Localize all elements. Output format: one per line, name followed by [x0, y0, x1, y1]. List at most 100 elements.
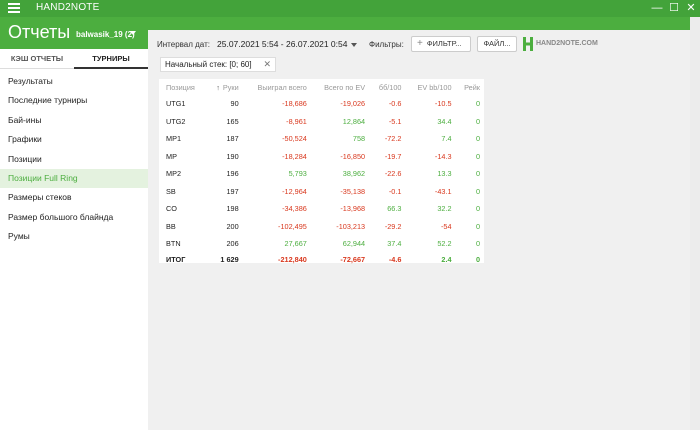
- page-header: Отчеты balwasik_19 (2): [0, 17, 148, 49]
- cell-bb100: -0.1: [388, 186, 402, 196]
- sidebar-item-results[interactable]: Результаты: [0, 72, 148, 91]
- sort-arrow-icon: ↑: [216, 82, 220, 92]
- sidebar-item-stack-sizes[interactable]: Размеры стеков: [0, 188, 148, 207]
- close-button[interactable]: ✕: [684, 1, 698, 15]
- cell-ev-bb100: 13.3: [437, 169, 452, 179]
- cell-position: SB: [166, 186, 176, 196]
- cell-hands: 198: [226, 204, 239, 214]
- cell-rake: 0: [475, 99, 480, 109]
- column-header-position[interactable]: Позиция: [159, 79, 206, 95]
- cell-ev-total: 38,962: [342, 169, 366, 179]
- minimize-button[interactable]: —: [650, 1, 664, 15]
- column-header-hands-label: Руки: [222, 82, 239, 92]
- table-row[interactable]: BTN 206 27,667 62,944 37.4 52.2 0: [159, 235, 484, 253]
- cell-bb100: 37.4: [387, 239, 402, 249]
- cell-position: ИТОГ: [166, 254, 186, 264]
- filter-chip[interactable]: Начальный стек: [0; 60] ✕: [160, 57, 276, 72]
- cell-won-total: -50,524: [282, 134, 307, 144]
- app-title: HAND2NOTE: [36, 2, 100, 13]
- cell-bb100: -0.6: [388, 99, 402, 109]
- interval-selector[interactable]: 25.07.2021 5:54 - 26.07.2021 0:54: [217, 39, 347, 49]
- cell-hands: 197: [226, 186, 239, 196]
- cell-ev-total: -16,850: [340, 151, 366, 161]
- tab-cash-reports[interactable]: КЭШ ОТЧЕТЫ: [0, 49, 74, 69]
- table-total-row[interactable]: ИТОГ 1 629 -212,840 -72,667 -4.6 2.4 0: [159, 253, 484, 266]
- cell-hands: 90: [230, 99, 239, 109]
- positions-table: Позиция ↑ Руки Выиграл всего Всего по EV …: [159, 79, 484, 266]
- table-header-row: Позиция ↑ Руки Выиграл всего Всего по EV …: [159, 79, 484, 95]
- cell-bb100: -72.2: [384, 134, 402, 144]
- column-header-hands[interactable]: ↑ Руки: [206, 79, 242, 95]
- sidebar-item-buyins[interactable]: Бай-ины: [0, 111, 148, 130]
- table-row[interactable]: MP1 187 -50,524 758 -72.2 7.4 0: [159, 130, 484, 148]
- cell-won-total: -12,964: [282, 186, 307, 196]
- close-icon[interactable]: ✕: [263, 58, 271, 71]
- cell-bb100: -22.6: [384, 169, 402, 179]
- cell-rake: 0: [475, 186, 480, 196]
- cell-ev-bb100: 2.4: [441, 254, 452, 264]
- cell-hands: 196: [226, 169, 239, 179]
- cell-rake: 0: [475, 151, 480, 161]
- cell-ev-bb100: 7.4: [441, 134, 452, 144]
- table-row[interactable]: MP2 196 5,793 38,962 -22.6 13.3 0: [159, 165, 484, 183]
- add-filter-label: ФИЛЬТР...: [426, 39, 462, 48]
- chevron-down-icon[interactable]: [130, 31, 136, 35]
- cell-rake: 0: [475, 239, 480, 249]
- cell-ev-total: -35,138: [340, 186, 366, 196]
- title-bar: HAND2NOTE — ☐ ✕: [0, 0, 700, 17]
- cell-rake: 0: [475, 134, 480, 144]
- sidebar-item-positions[interactable]: Позиции: [0, 150, 148, 169]
- table-row[interactable]: CO 198 -34,386 -13,968 66.3 32.2 0: [159, 200, 484, 218]
- file-button[interactable]: ФАЙЛ...: [477, 36, 517, 52]
- cell-won-total: -34,386: [282, 204, 307, 214]
- cell-ev-bb100: -14.3: [434, 151, 452, 161]
- cell-rake: 0: [475, 116, 480, 126]
- table-row[interactable]: UTG2 165 -8,961 12,864 -5.1 34.4 0: [159, 113, 484, 131]
- cell-rake: 0: [475, 204, 480, 214]
- cell-ev-bb100: -10.5: [434, 99, 452, 109]
- sidebar-item-recent-tournaments[interactable]: Последние турниры: [0, 91, 148, 110]
- cell-ev-total: 12,864: [342, 116, 366, 126]
- column-header-ev-bb100[interactable]: EV bb/100: [405, 79, 455, 95]
- cell-won-total: -18,284: [282, 151, 307, 161]
- cell-rake: 0: [475, 254, 480, 264]
- user-selector[interactable]: balwasik_19 (2): [76, 30, 135, 39]
- column-header-won-total[interactable]: Выиграл всего: [243, 79, 311, 95]
- cell-ev-total: 758: [352, 134, 366, 144]
- table-row[interactable]: UTG1 90 -18,686 -19,026 -0.6 -10.5 0: [159, 95, 484, 113]
- sidebar-list: Результаты Последние турниры Бай-ины Гра…: [0, 72, 148, 247]
- cell-ev-bb100: 32.2: [437, 204, 452, 214]
- table-row[interactable]: SB 197 -12,964 -35,138 -0.1 -43.1 0: [159, 183, 484, 201]
- cell-ev-total: 62,944: [342, 239, 366, 249]
- table-row[interactable]: MP 190 -18,284 -16,850 -19.7 -14.3 0: [159, 148, 484, 166]
- hand2note-logo-icon: [523, 37, 533, 51]
- sidebar-item-graphs[interactable]: Графики: [0, 130, 148, 149]
- cell-hands: 200: [226, 221, 239, 231]
- sidebar-item-rooms[interactable]: Румы: [0, 227, 148, 246]
- column-header-bb100[interactable]: бб/100: [369, 79, 405, 95]
- cell-position: BB: [166, 221, 176, 231]
- add-filter-button[interactable]: + ФИЛЬТР...: [411, 36, 471, 52]
- toolbar: Интервал дат: 25.07.2021 5:54 - 26.07.20…: [148, 30, 690, 58]
- cell-ev-total: -103,213: [336, 221, 366, 231]
- main-panel: Интервал дат: 25.07.2021 5:54 - 26.07.20…: [148, 30, 690, 430]
- cell-ev-total: -13,968: [340, 204, 366, 214]
- filters-label: Фильтры:: [369, 40, 404, 49]
- column-header-ev-total[interactable]: Всего по EV: [311, 79, 369, 95]
- hamburger-menu-icon[interactable]: [8, 3, 20, 13]
- sidebar-item-big-blind-size[interactable]: Размер большого блайнда: [0, 208, 148, 227]
- maximize-button[interactable]: ☐: [667, 1, 681, 15]
- filter-chip-label: Начальный стек: [0; 60]: [165, 60, 252, 69]
- cell-position: UTG2: [166, 116, 186, 126]
- plus-icon: +: [417, 38, 423, 49]
- cell-won-total: -8,961: [286, 116, 307, 126]
- page-title: Отчеты: [8, 22, 71, 42]
- column-header-rake[interactable]: Рейк: [456, 79, 484, 95]
- tab-tournaments[interactable]: ТУРНИРЫ: [74, 49, 148, 69]
- cell-position: BTN: [166, 239, 181, 249]
- cell-won-total: -102,495: [278, 221, 307, 231]
- chevron-down-icon[interactable]: [351, 43, 357, 47]
- sidebar-item-positions-full-ring[interactable]: Позиции Full Ring: [0, 168, 148, 189]
- table-row[interactable]: BB 200 -102,495 -103,213 -29.2 -54 0: [159, 218, 484, 236]
- cell-rake: 0: [475, 221, 480, 231]
